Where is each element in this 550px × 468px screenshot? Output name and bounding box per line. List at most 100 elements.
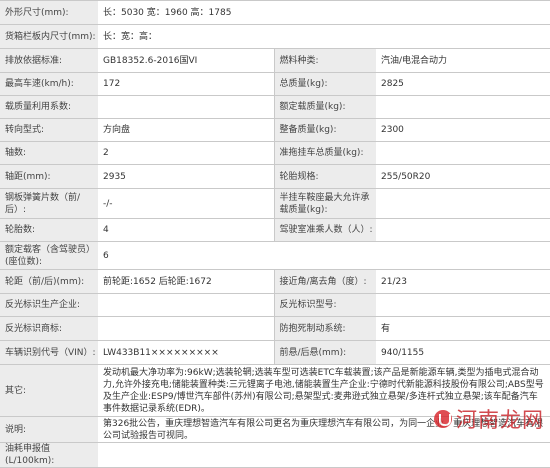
- spec-label: 转向型式:: [5, 125, 45, 135]
- spec-label-cell: 驾驶室准乘人数（人）:: [273, 218, 376, 242]
- spec-value-cell: 2300: [376, 118, 550, 142]
- spec-value: 长：5030 宽：1960 高：1785: [103, 7, 232, 18]
- spec-row: 载质量利用系数: 额定载质量(kg):: [0, 95, 550, 119]
- spec-row: 排放依据标准: GB18352.6-2016国VI 燃料种类: 汽油/电混合动力: [0, 48, 550, 73]
- spec-label: 额定载客（含驾驶员）(座位数):: [5, 244, 96, 267]
- spec-label-cell: 轴距(mm):: [0, 164, 98, 189]
- spec-label: 反光标识型号:: [279, 300, 337, 310]
- spec-label-cell: 说明:: [0, 416, 98, 443]
- spec-label-cell: 反光标识生产企业:: [0, 293, 98, 317]
- spec-value-cell: 255/50R20: [376, 164, 550, 189]
- spec-label-cell: 前悬/后悬(mm):: [273, 340, 376, 365]
- spec-label: 其它:: [5, 385, 27, 396]
- spec-label: 说明:: [5, 424, 27, 435]
- spec-value: 2825: [381, 79, 404, 89]
- spec-row: 额定载客（含驾驶员）(座位数): 6: [0, 241, 550, 270]
- spec-row: 轴数: 2 准拖挂车总质量(kg):: [0, 141, 550, 165]
- spec-value-cell: [376, 293, 550, 317]
- spec-row: 货箱栏板内尺寸(mm): 长：宽：高：: [0, 24, 550, 49]
- spec-value-cell: [376, 218, 550, 242]
- spec-row: 反光标识生产企业: 反光标识型号:: [0, 293, 550, 317]
- spec-value: 长：宽：高：: [103, 31, 158, 42]
- spec-row: 油耗申报值(L/100km):: [0, 442, 550, 468]
- spec-value-cell: 方向盘: [98, 118, 274, 142]
- spec-value-cell: 长：5030 宽：1960 高：1785: [98, 0, 550, 25]
- spec-label-cell: 防抱死制动系统:: [273, 316, 376, 341]
- spec-value-cell: 4: [98, 218, 274, 242]
- spec-label: 反光标识生产企业:: [5, 300, 81, 310]
- spec-label-cell: 轮距（前/后)(mm):: [0, 269, 98, 294]
- spec-value: LW433B11×××××××××: [103, 347, 219, 358]
- spec-row: 轮距（前/后)(mm): 前轮距:1652 后轮距:1672 接近角/离去角（度）:…: [0, 269, 550, 294]
- spec-value-cell: 2935: [98, 164, 274, 189]
- spec-value-cell: [98, 293, 274, 317]
- spec-value-cell: 汽油/电混合动力: [376, 48, 550, 73]
- spec-value-cell: 前轮距:1652 后轮距:1672: [98, 269, 274, 294]
- spec-value: 940/1155: [381, 347, 425, 358]
- spec-label-cell: 轮胎规格:: [273, 164, 376, 189]
- spec-label-cell: 燃料种类:: [273, 48, 376, 73]
- spec-label: 驾驶室准乘人数（人）:: [279, 225, 373, 235]
- spec-label-cell: 排放依据标准:: [0, 48, 98, 73]
- spec-value-cell: [98, 95, 274, 119]
- spec-label: 燃料种类:: [279, 55, 319, 66]
- spec-value-cell: [376, 95, 550, 119]
- spec-label: 轴距(mm):: [5, 171, 51, 182]
- spec-value-cell: [376, 141, 550, 165]
- spec-label: 防抱死制动系统:: [279, 323, 346, 334]
- spec-value-cell: 2: [98, 141, 274, 165]
- spec-value: 有: [381, 323, 391, 334]
- red-circle-logo-icon: [434, 410, 452, 428]
- spec-row: 最高车速(km/h): 172 总质量(kg): 2825: [0, 72, 550, 96]
- spec-label-cell: 最高车速(km/h):: [0, 72, 98, 96]
- spec-label-cell: 钢板弹簧片数（前/后）:: [0, 188, 98, 219]
- spec-label-cell: 轴数:: [0, 141, 98, 165]
- spec-value: 21/23: [381, 276, 407, 287]
- spec-label-cell: 反光标识商标:: [0, 316, 98, 341]
- spec-value-cell: GB18352.6-2016国VI: [98, 48, 274, 73]
- spec-label: 载质量利用系数:: [5, 102, 72, 112]
- spec-label-cell: 载质量利用系数:: [0, 95, 98, 119]
- spec-row: 转向型式: 方向盘 整备质量(kg): 2300: [0, 118, 550, 142]
- spec-value-cell: [98, 442, 550, 468]
- spec-value-cell: [376, 188, 550, 219]
- spec-value: 汽油/电混合动力: [381, 55, 448, 66]
- spec-value: 4: [103, 225, 109, 235]
- spec-value-cell: 172: [98, 72, 274, 96]
- spec-label: 轮胎规格:: [279, 171, 319, 182]
- spec-row: 外形尺寸(mm): 长：5030 宽：1960 高：1785: [0, 0, 550, 25]
- spec-value: -/-: [103, 198, 113, 209]
- spec-label: 接近角/离去角（度）:: [279, 276, 367, 287]
- spec-value: GB18352.6-2016国VI: [103, 55, 198, 66]
- spec-value: 6: [103, 250, 109, 261]
- spec-value: 前轮距:1652 后轮距:1672: [103, 276, 212, 287]
- spec-value: 2935: [103, 171, 126, 182]
- spec-value-cell: 6: [98, 241, 550, 270]
- spec-label-cell: 准拖挂车总质量(kg):: [273, 141, 376, 165]
- spec-value-cell: 长：宽：高：: [98, 24, 550, 49]
- spec-label: 排放依据标准:: [5, 55, 63, 66]
- spec-label-cell: 车辆识别代号（VIN）:: [0, 340, 98, 365]
- spec-label: 轴数:: [5, 148, 27, 158]
- spec-row: 车辆识别代号（VIN）: LW433B11××××××××× 前悬/后悬(mm): 9…: [0, 340, 550, 365]
- spec-label: 车辆识别代号（VIN）:: [5, 347, 96, 358]
- spec-value-cell: LW433B11×××××××××: [98, 340, 274, 365]
- watermark: 河南龙网: [434, 404, 544, 434]
- spec-label: 钢板弹簧片数（前/后）:: [5, 192, 81, 215]
- spec-label-cell: 接近角/离去角（度）:: [273, 269, 376, 294]
- spec-label-cell: 其它:: [0, 364, 98, 417]
- spec-label-cell: 转向型式:: [0, 118, 98, 142]
- spec-label: 准拖挂车总质量(kg):: [279, 148, 364, 158]
- spec-label: 前悬/后悬(mm):: [279, 347, 347, 358]
- spec-value: 2: [103, 148, 109, 158]
- spec-value-cell: 有: [376, 316, 550, 341]
- spec-row: 反光标识商标: 防抱死制动系统: 有: [0, 316, 550, 341]
- spec-row: 轴距(mm): 2935 轮胎规格: 255/50R20: [0, 164, 550, 189]
- spec-label: 轮距（前/后)(mm):: [5, 276, 85, 287]
- spec-label: 总质量(kg):: [279, 79, 328, 89]
- spec-label: 最高车速(km/h):: [5, 79, 74, 89]
- spec-value-cell: -/-: [98, 188, 274, 219]
- spec-label-cell: 额定载质量(kg):: [273, 95, 376, 119]
- watermark-text: 河南龙网: [456, 408, 544, 432]
- spec-label-cell: 油耗申报值(L/100km):: [0, 442, 98, 468]
